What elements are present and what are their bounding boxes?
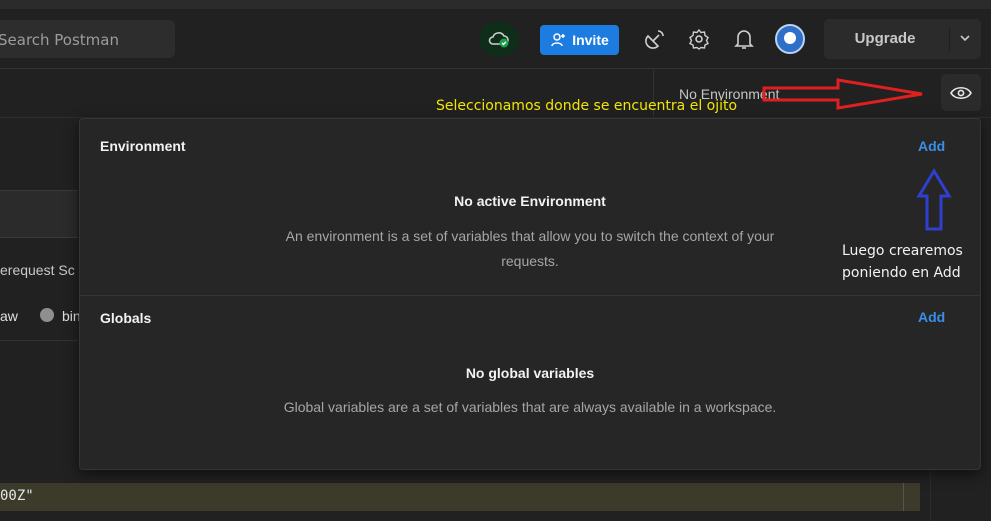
bell-icon[interactable] — [731, 26, 757, 52]
environment-description: An environment is a set of variables tha… — [285, 228, 775, 269]
eye-icon — [950, 86, 972, 99]
header: Search Postman Invite Upgrade — [0, 9, 991, 69]
editor-scrollbar[interactable] — [903, 483, 920, 511]
invite-label: Invite — [572, 32, 609, 48]
eye-annotation: Seleccionamos donde se encuentra el ojit… — [436, 98, 738, 114]
top-strip — [0, 0, 991, 9]
prerequest-tab[interactable]: erequest Sc — [0, 262, 75, 278]
upgrade-divider — [949, 27, 950, 51]
environment-quick-look-popover: Environment Add No active Environment An… — [79, 118, 981, 470]
section-divider — [80, 295, 980, 296]
upgrade-label: Upgrade — [854, 30, 916, 47]
no-environment-title: No active Environment — [454, 193, 606, 209]
globals-description: Global variables are a set of variables … — [283, 399, 777, 415]
upgrade-button[interactable]: Upgrade — [824, 19, 981, 59]
background-divider — [0, 340, 78, 341]
background-panel — [0, 190, 78, 238]
gear-icon[interactable] — [686, 26, 712, 52]
user-plus-icon — [551, 33, 566, 47]
search-input[interactable]: Search Postman — [0, 20, 175, 58]
environment-quick-look-button[interactable] — [941, 74, 981, 111]
environment-section-title: Environment — [100, 138, 186, 154]
chevron-down-icon[interactable] — [958, 31, 972, 45]
avatar[interactable] — [775, 24, 805, 54]
satellite-icon[interactable] — [642, 26, 668, 52]
code-editor-line[interactable]: 00Z" — [0, 483, 920, 511]
code-text: 00Z" — [0, 488, 34, 504]
red-arrow-annotation — [762, 78, 923, 110]
search-placeholder: Search Postman — [0, 31, 119, 49]
raw-option[interactable]: aw — [0, 308, 18, 324]
globals-section-title: Globals — [100, 310, 152, 326]
invite-button[interactable]: Invite — [540, 25, 619, 55]
no-globals-title: No global variables — [465, 365, 595, 381]
add-global-link[interactable]: Add — [918, 309, 945, 325]
add-environment-link[interactable]: Add — [918, 138, 945, 154]
blue-arrow-annotation — [916, 168, 952, 231]
cloud-sync-icon[interactable] — [479, 22, 519, 56]
binary-option[interactable]: bin — [62, 308, 81, 324]
add-annotation: Luego crearemos poniendo en Add — [842, 243, 963, 281]
binary-radio[interactable] — [40, 308, 54, 322]
